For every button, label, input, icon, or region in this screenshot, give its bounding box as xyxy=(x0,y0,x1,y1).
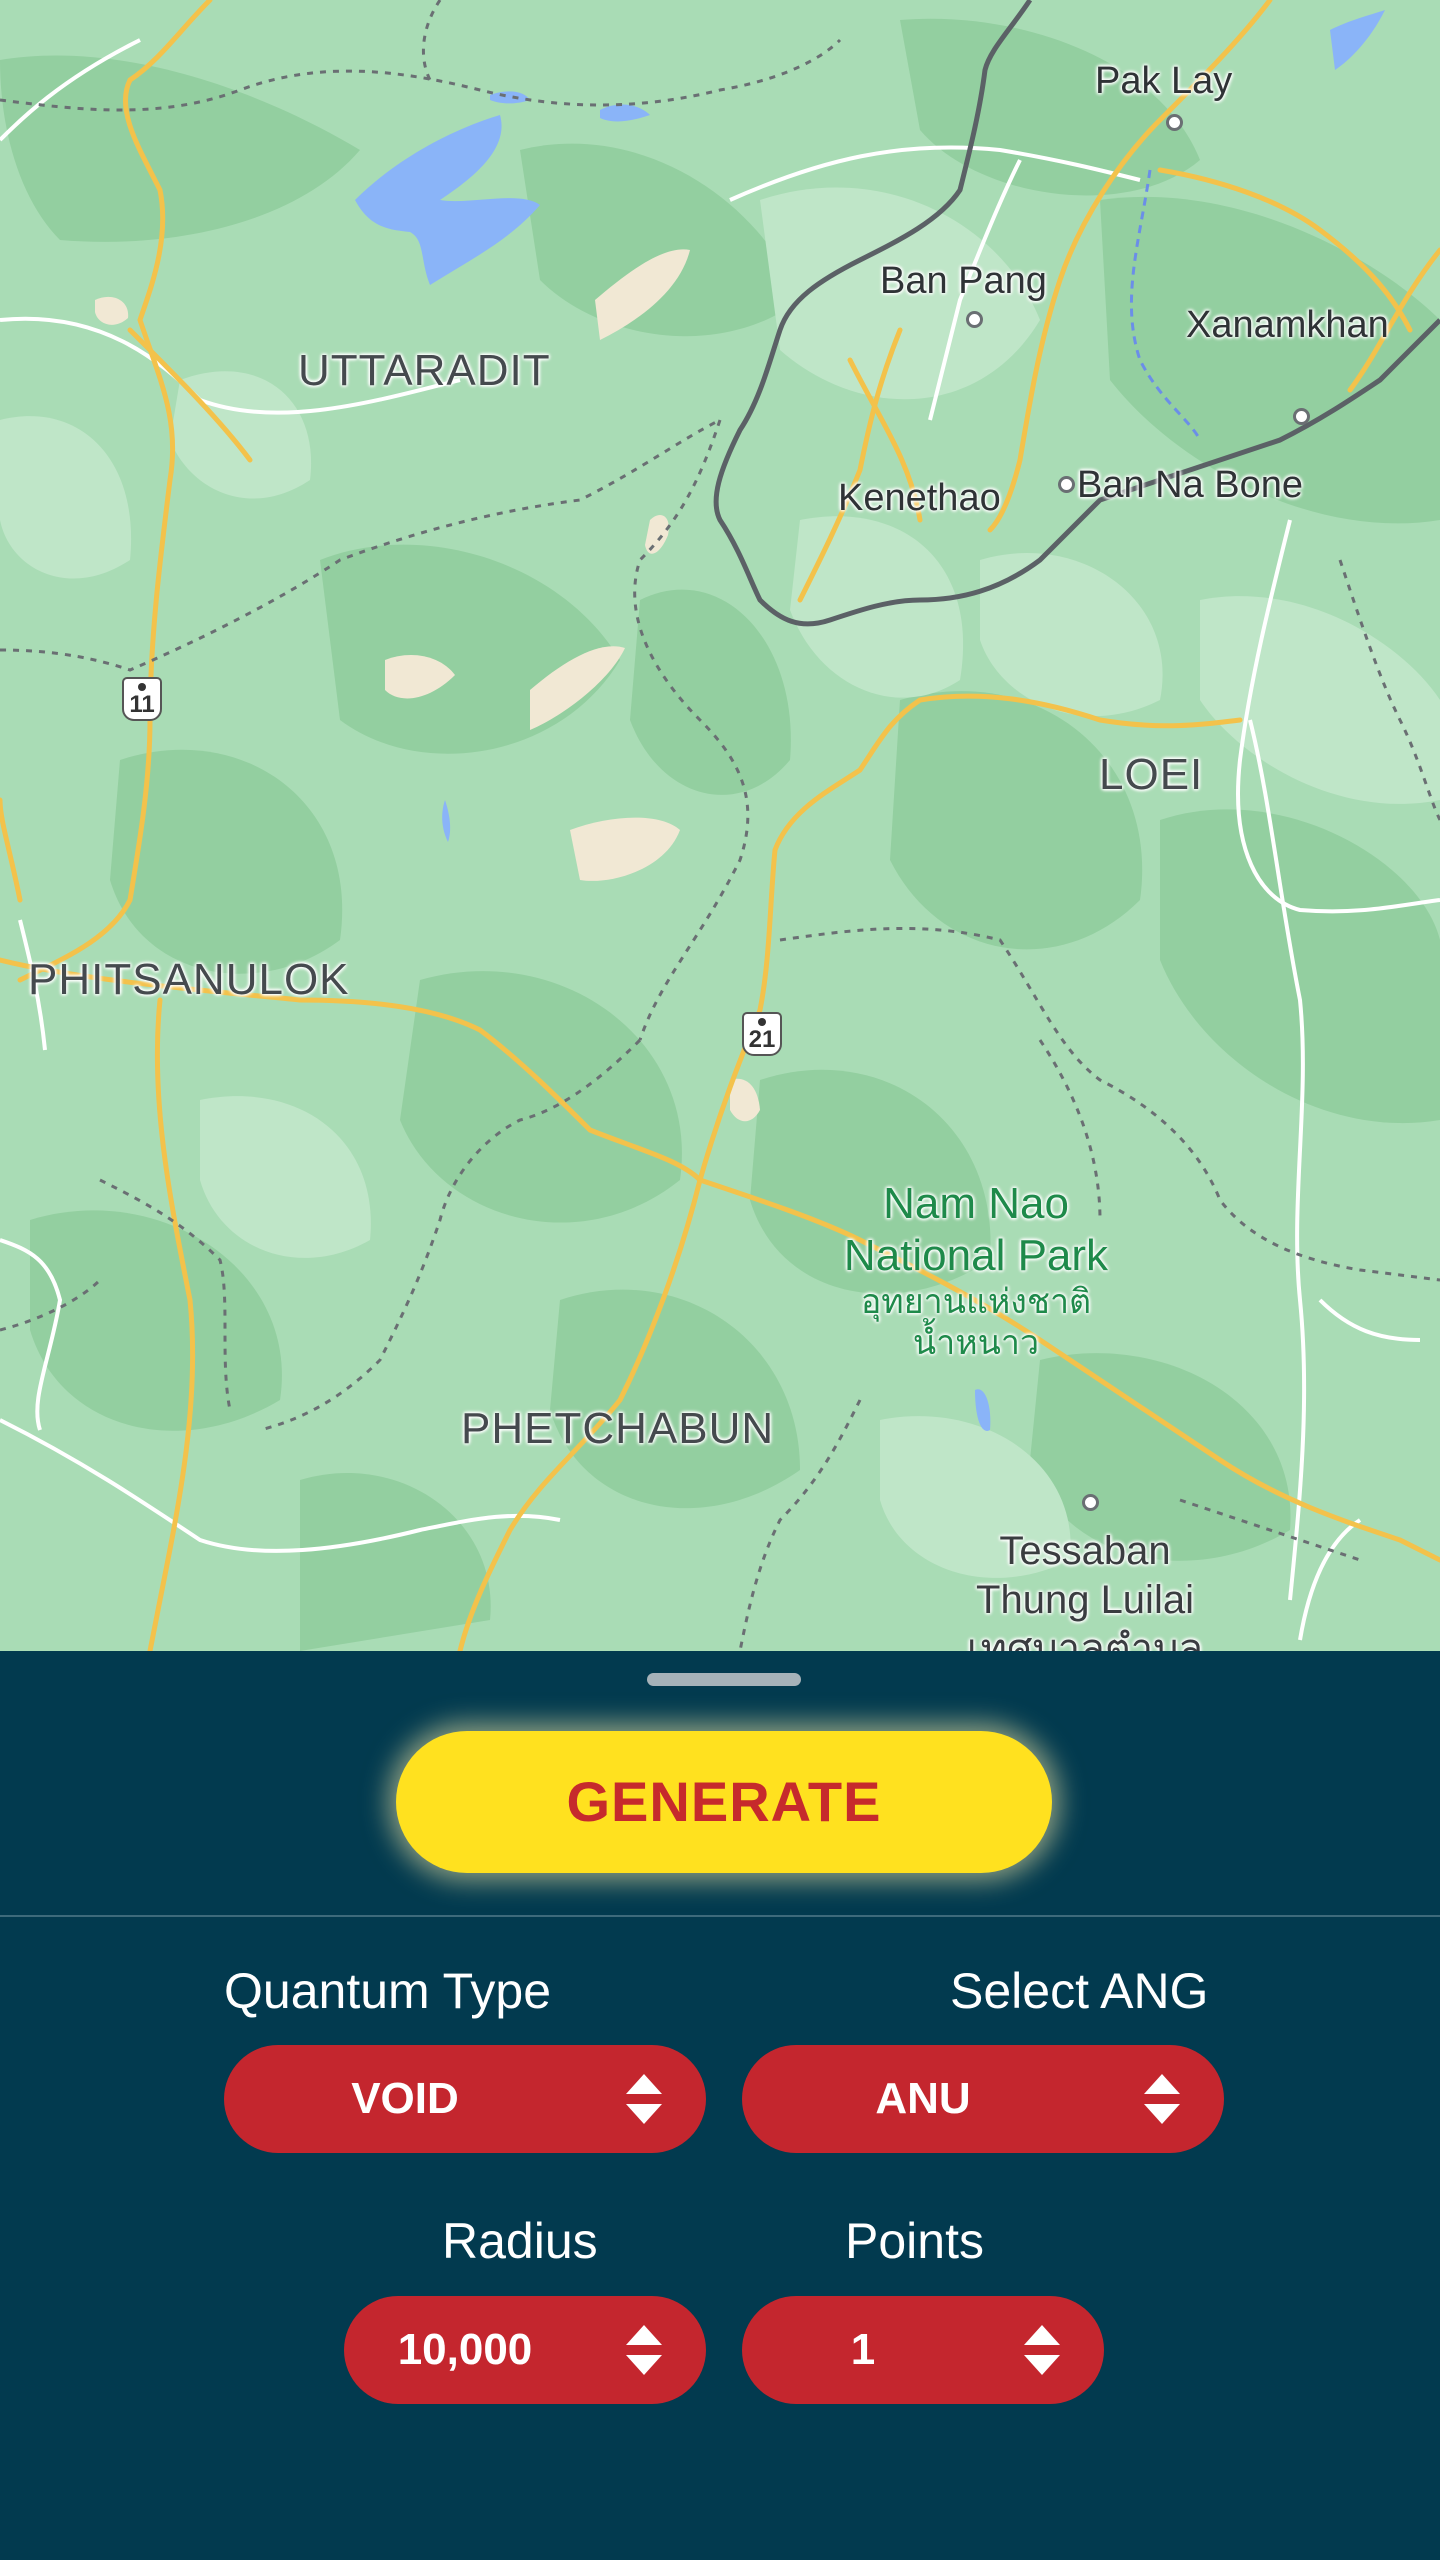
label-phetchabun[interactable]: PHETCHABUN xyxy=(461,1407,774,1451)
select-ang-label: Select ANG xyxy=(950,1963,1209,2019)
generate-button[interactable]: GENERATE xyxy=(396,1731,1052,1873)
points-value: 1 xyxy=(850,2325,876,2374)
up-down-arrows-icon xyxy=(1144,2074,1180,2124)
label-uttaradit[interactable]: UTTARADIT xyxy=(298,349,551,393)
points-label: Points xyxy=(845,2213,984,2269)
map-view[interactable]: 11 21 Pak Lay Ban Pang Xanamkhan UTTARAD… xyxy=(0,0,1440,1651)
park-thai-line1: อุทยานแห่งชาติ xyxy=(860,1282,1092,1321)
tessaban-marker[interactable] xyxy=(1082,1494,1099,1511)
app-root: 11 21 Pak Lay Ban Pang Xanamkhan UTTARAD… xyxy=(0,0,1440,2560)
points-select[interactable]: 1 xyxy=(742,2296,1104,2404)
park-name-line1: Nam Nao xyxy=(883,1179,1069,1228)
tessaban-line2: Thung Luilai xyxy=(976,1577,1194,1622)
select-ang-value: ANU xyxy=(875,2074,971,2123)
ban-na-bone-marker[interactable] xyxy=(1058,476,1075,493)
quantum-type-value: VOID xyxy=(351,2074,459,2123)
radius-select[interactable]: 10,000 xyxy=(344,2296,706,2404)
label-kenethao[interactable]: Kenethao xyxy=(838,479,1001,517)
radius-label: Radius xyxy=(442,2213,598,2269)
highway-21-shield: 21 xyxy=(742,1012,782,1056)
highway-11-shield: 11 xyxy=(122,677,162,721)
label-xanamkhan[interactable]: Xanamkhan xyxy=(1186,306,1389,344)
label-ban-pang[interactable]: Ban Pang xyxy=(880,262,1047,300)
up-down-arrows-icon xyxy=(626,2074,662,2124)
quantum-type-select[interactable]: VOID xyxy=(224,2045,706,2153)
label-ban-na-bone[interactable]: Ban Na Bone xyxy=(1077,466,1303,504)
quantum-type-label: Quantum Type xyxy=(224,1963,552,2019)
park-name-line2: National Park xyxy=(843,1230,1109,1280)
drag-handle[interactable] xyxy=(647,1673,801,1686)
xanamkhan-marker[interactable] xyxy=(1293,408,1310,425)
label-nam-nao-national-park[interactable]: Nam Nao National Park อุทยานแห่งชาติ น้ำ… xyxy=(826,1178,1126,1363)
tessaban-line3: เทศบาลตำบล xyxy=(966,1626,1204,1651)
panel-divider xyxy=(0,1915,1440,1917)
up-down-arrows-icon xyxy=(1024,2325,1060,2375)
label-pak-lay[interactable]: Pak Lay xyxy=(1095,62,1232,100)
label-phitsanulok[interactable]: PHITSANULOK xyxy=(28,958,350,1002)
label-loei[interactable]: LOEI xyxy=(1099,753,1203,797)
label-tessaban-thung-luilai[interactable]: Tessaban Thung Luilai เทศบาลตำบล xyxy=(960,1527,1210,1651)
radius-value: 10,000 xyxy=(397,2325,533,2374)
select-ang-select[interactable]: ANU xyxy=(742,2045,1224,2153)
ban-pang-marker[interactable] xyxy=(966,311,983,328)
tessaban-line1: Tessaban xyxy=(999,1529,1171,1573)
park-thai-line2: น้ำหนาว xyxy=(912,1323,1040,1362)
up-down-arrows-icon xyxy=(626,2325,662,2375)
control-panel: GENERATE Quantum Type VOID Select ANG AN… xyxy=(0,1651,1440,2560)
pak-lay-marker[interactable] xyxy=(1166,114,1183,131)
